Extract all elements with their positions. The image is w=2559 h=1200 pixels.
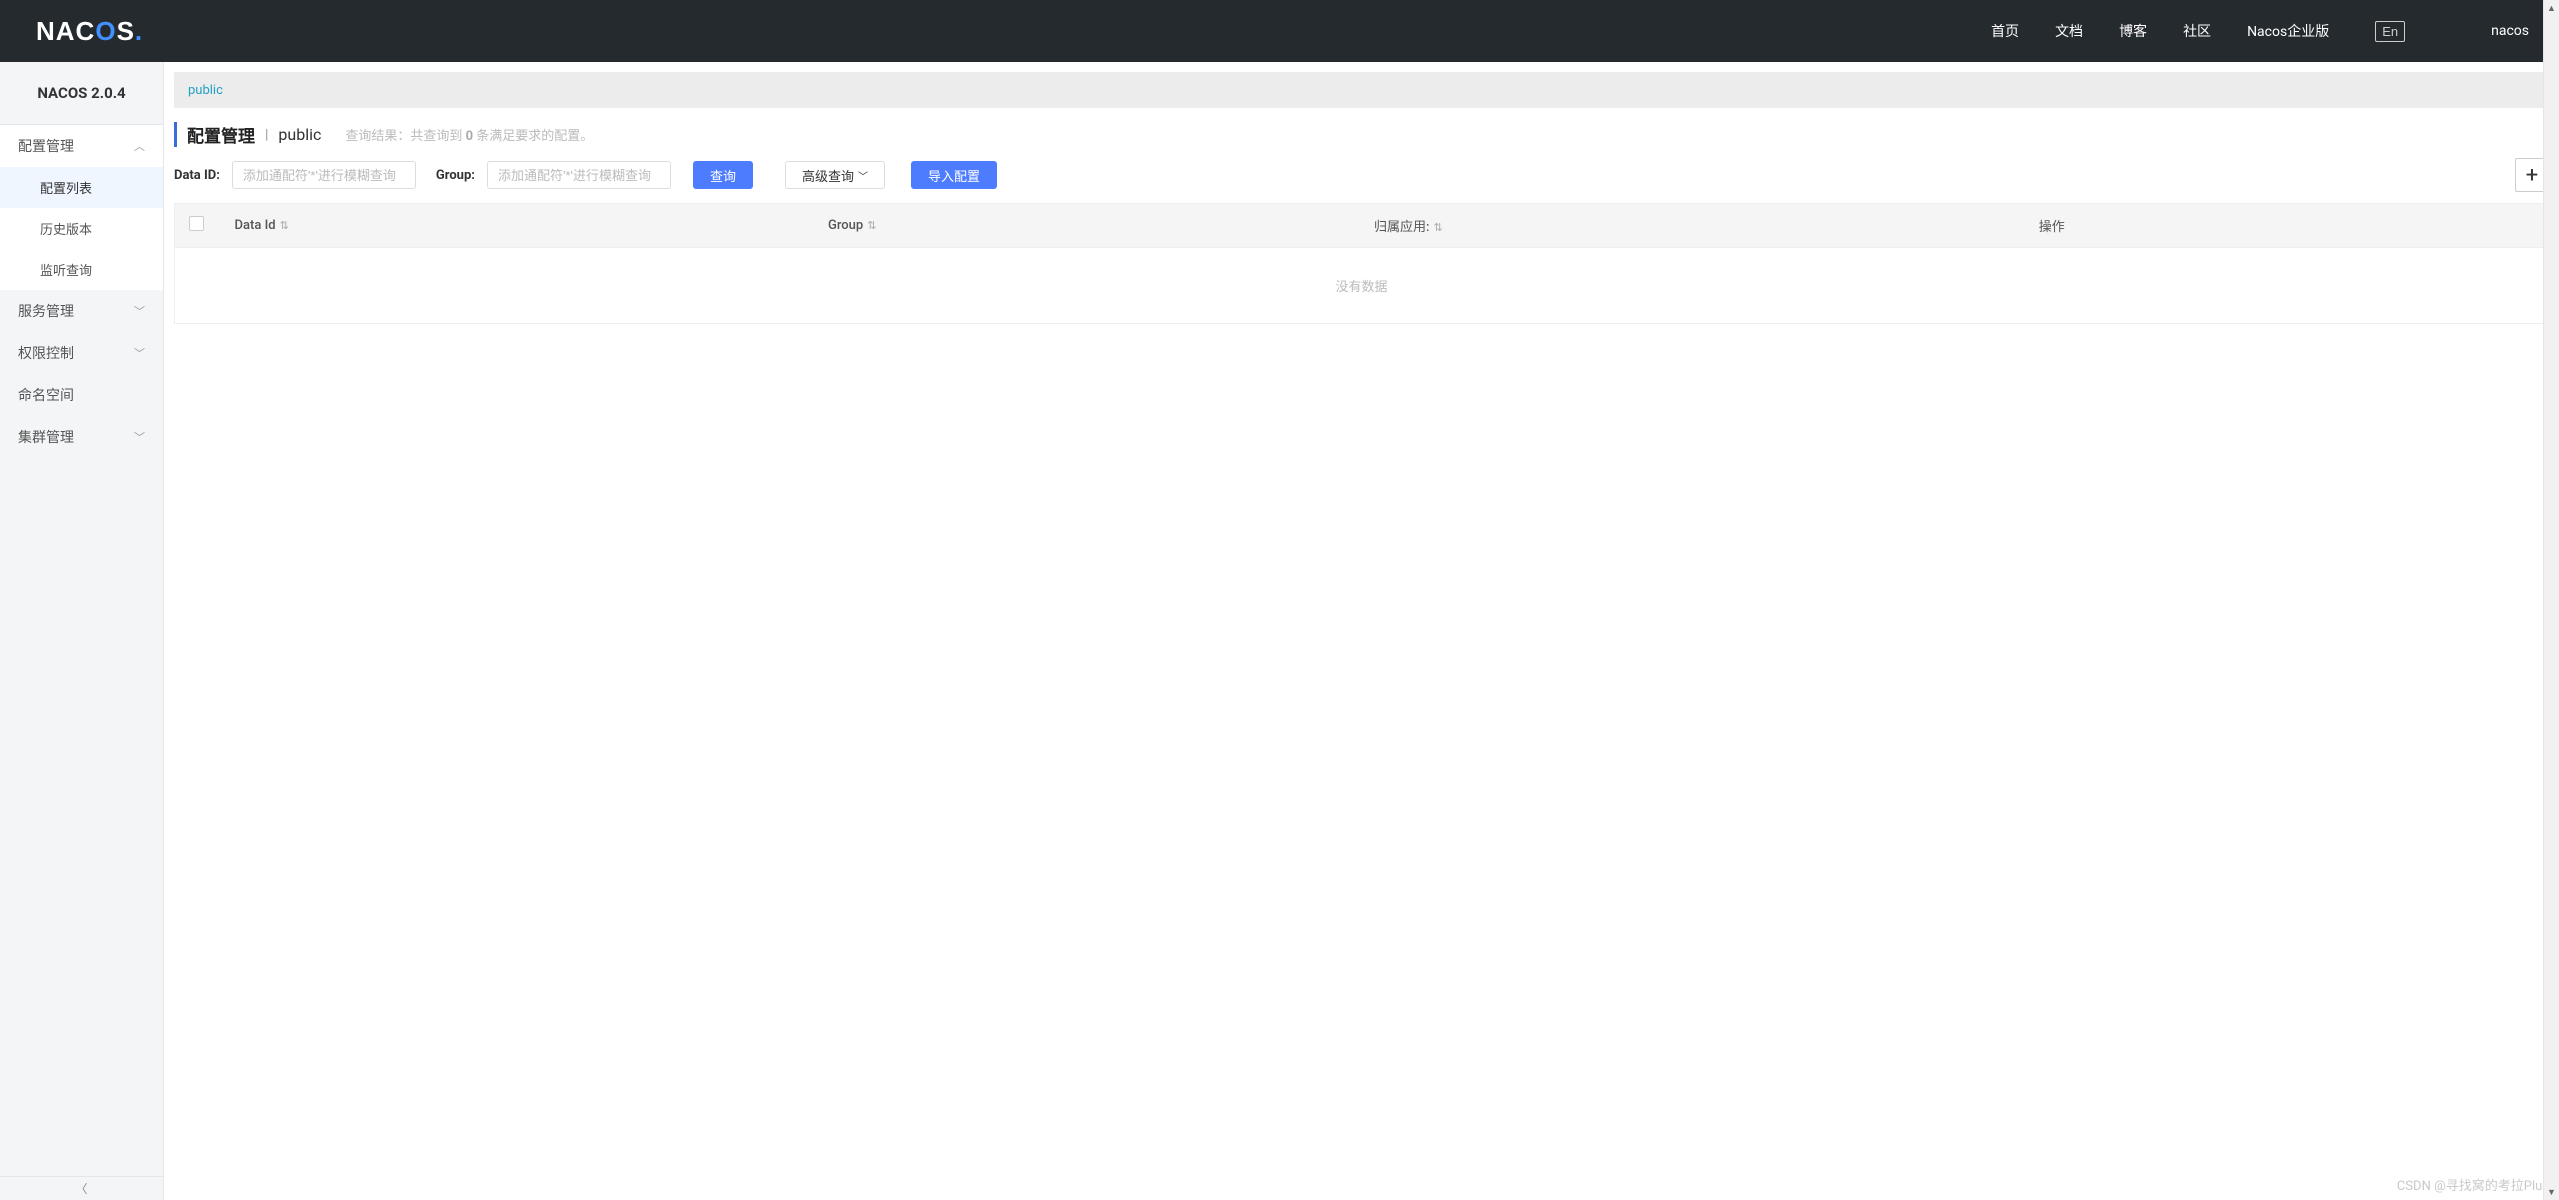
chevron-up-icon: ︿ [134, 138, 145, 154]
menu-cluster[interactable]: 集群管理 ﹀ [0, 416, 163, 458]
language-toggle[interactable]: En [2375, 21, 2405, 42]
logo[interactable]: NACOS. [36, 16, 143, 47]
menu-config-management[interactable]: 配置管理 ︿ [0, 125, 163, 167]
menu-namespace[interactable]: 命名空间 [0, 374, 163, 416]
query-result-hint: 查询结果：共查询到 0 条满足要求的配置。 [345, 125, 593, 144]
empty-message: 没有数据 [175, 248, 2549, 324]
group-label: Group: [436, 168, 475, 183]
chevron-down-icon: ﹀ [134, 303, 145, 319]
chevron-down-icon: ﹀ [134, 429, 145, 445]
select-all-header[interactable] [175, 204, 221, 248]
scroll-up-icon[interactable]: ▲ [2544, 0, 2559, 16]
title-divider: | [265, 127, 268, 143]
submenu-config-list[interactable]: 配置列表 [0, 167, 163, 208]
main-content: public 配置管理 | public 查询结果：共查询到 0 条满足要求的配… [164, 62, 2559, 1200]
nav-home[interactable]: 首页 [1991, 21, 2019, 41]
menu-label: 命名空间 [18, 385, 74, 405]
scroll-track[interactable] [2544, 16, 2559, 1184]
page-header: 配置管理 | public 查询结果：共查询到 0 条满足要求的配置。 [174, 122, 2549, 147]
namespace-tabs: public [174, 72, 2549, 108]
nav-enterprise[interactable]: Nacos企业版 [2247, 21, 2329, 41]
sidebar-title: NACOS 2.0.4 [0, 62, 163, 125]
menu-service-management[interactable]: 服务管理 ﹀ [0, 290, 163, 332]
submenu-history[interactable]: 历史版本 [0, 208, 163, 249]
col-dataid[interactable]: Data Id⇅ [221, 204, 815, 248]
sidebar-collapse-button[interactable]: 〈 [0, 1176, 163, 1200]
advanced-search-button[interactable]: 高级查询 ﹀ [785, 161, 885, 189]
menu-label: 权限控制 [18, 343, 74, 363]
sort-icon: ⇅ [280, 219, 289, 232]
chevron-down-icon: ﹀ [858, 168, 868, 183]
user-name[interactable]: nacos [2491, 23, 2529, 39]
logo-part3: S [117, 16, 135, 46]
group-input[interactable] [487, 161, 671, 189]
chevron-left-icon: 〈 [75, 1180, 87, 1197]
top-nav: 首页 文档 博客 社区 Nacos企业版 En nacos [1991, 21, 2539, 42]
col-actions: 操作 [2025, 204, 2549, 248]
logo-part1: NAC [36, 16, 95, 46]
search-button[interactable]: 查询 [693, 161, 753, 189]
sidebar: NACOS 2.0.4 配置管理 ︿ 配置列表 历史版本 监听查询 服务管理 ﹀… [0, 62, 164, 1200]
sidebar-menu: 配置管理 ︿ 配置列表 历史版本 监听查询 服务管理 ﹀ 权限控制 ﹀ 命名空间… [0, 125, 163, 1200]
search-bar: Data ID: Group: 查询 高级查询 ﹀ 导入配置 + [174, 161, 2549, 189]
scroll-down-icon[interactable]: ▼ [2544, 1184, 2559, 1200]
submenu-config: 配置列表 历史版本 监听查询 [0, 167, 163, 290]
nav-docs[interactable]: 文档 [2055, 21, 2083, 41]
col-group[interactable]: Group⇅ [814, 204, 1360, 248]
dataid-label: Data ID: [174, 168, 220, 183]
empty-row: 没有数据 [175, 248, 2549, 324]
config-table: Data Id⇅ Group⇅ 归属应用:⇅ 操作 没有数据 [174, 203, 2549, 324]
plus-icon: + [2526, 163, 2538, 188]
nav-community[interactable]: 社区 [2183, 21, 2211, 41]
import-config-button[interactable]: 导入配置 [911, 161, 997, 189]
top-header: NACOS. 首页 文档 博客 社区 Nacos企业版 En nacos [0, 0, 2559, 62]
watermark: CSDN @寻找窝的考拉Plus [2397, 1175, 2549, 1194]
menu-label: 集群管理 [18, 427, 74, 447]
logo-dot-icon: . [135, 16, 143, 46]
col-app[interactable]: 归属应用:⇅ [1360, 204, 2025, 248]
submenu-listener[interactable]: 监听查询 [0, 249, 163, 290]
chevron-down-icon: ﹀ [134, 345, 145, 361]
namespace-tab-public[interactable]: public [188, 83, 223, 98]
nav-blog[interactable]: 博客 [2119, 21, 2147, 41]
dataid-input[interactable] [232, 161, 416, 189]
browser-scrollbar[interactable]: ▲ ▼ [2543, 0, 2559, 1200]
page-title: 配置管理 [187, 122, 255, 147]
menu-label: 服务管理 [18, 301, 74, 321]
menu-label: 配置管理 [18, 136, 74, 156]
page-subtitle: public [278, 125, 321, 144]
sort-icon: ⇅ [1433, 221, 1442, 234]
menu-permission[interactable]: 权限控制 ﹀ [0, 332, 163, 374]
checkbox-icon[interactable] [189, 216, 204, 231]
logo-part2: O [95, 16, 116, 46]
sort-icon: ⇅ [867, 219, 876, 232]
